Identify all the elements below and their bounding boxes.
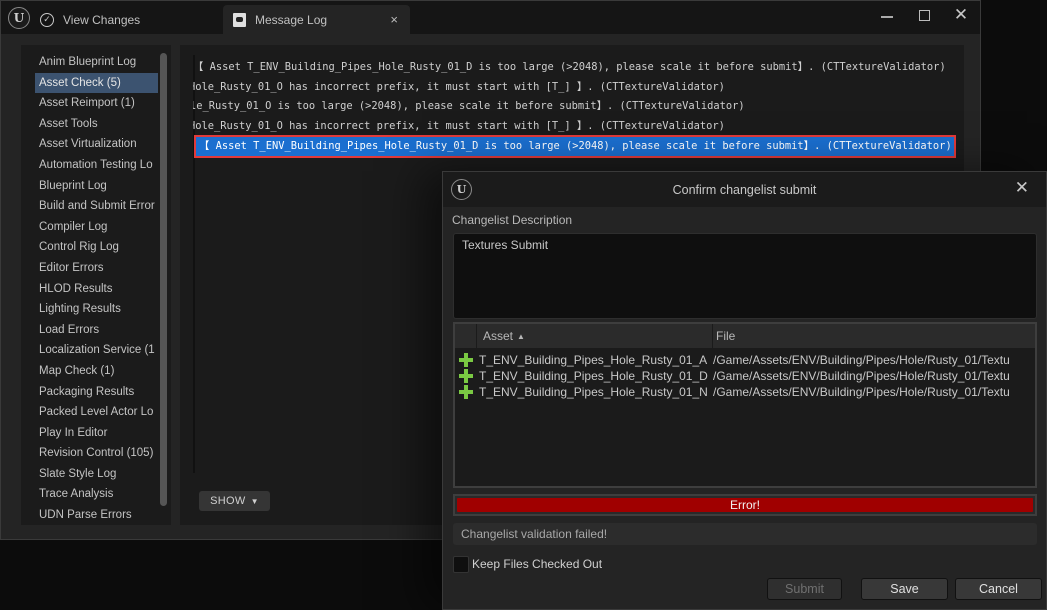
tab-message-log[interactable]: Message Log × [223,5,410,34]
sidebar-item[interactable]: Localization Service (1 [35,340,158,361]
title-bar: U ✓ View Changes Message Log × ✕ [1,1,980,34]
sidebar-item[interactable]: UDN Parse Errors [35,505,158,526]
description-input[interactable]: Textures Submit [453,233,1037,319]
table-header: Asset ▲ File [455,324,1035,348]
maximize-icon [918,9,930,21]
dialog-title: Confirm changelist submit [672,183,817,197]
file-cell: /Game/Assets/ENV/Building/Pipes/Hole/Rus… [713,385,1010,399]
confirm-submit-dialog: U Confirm changelist submit ✕ Changelist… [442,171,1047,610]
category-scrollbar[interactable] [160,53,167,506]
dialog-title-bar: U Confirm changelist submit ✕ [443,172,1046,207]
maximize-button[interactable] [911,5,937,25]
keep-files-checkbox[interactable] [453,556,469,573]
submit-button[interactable]: Submit [767,578,842,600]
sidebar-item[interactable]: Load Errors [35,320,158,341]
asset-cell: T_ENV_Building_Pipes_Hole_Rusty_01_D [479,369,708,383]
files-table: Asset ▲ File T_ENV_Building_Pipes_Hole_Ru… [453,322,1037,488]
column-header-status [455,324,476,348]
check-circle-icon: ✓ [39,12,55,28]
sidebar-item[interactable]: Build and Submit Error [35,196,158,217]
sidebar-item[interactable]: Asset Reimport (1) [35,93,158,114]
message-log-icon [231,12,247,28]
sidebar-item[interactable]: Slate Style Log [35,464,158,485]
sidebar-item[interactable]: Asset Virtualization [35,134,158,155]
minimize-icon [881,16,893,18]
add-icon [459,353,473,367]
unreal-logo-icon: U [8,7,30,29]
cancel-button[interactable]: Cancel [955,578,1042,600]
tab-view-changes[interactable]: ✓ View Changes [39,5,140,34]
sort-ascending-icon: ▲ [517,332,525,341]
save-button[interactable]: Save [861,578,948,600]
sidebar-item[interactable]: Lighting Results [35,299,158,320]
add-icon [459,385,473,399]
validation-status: Changelist validation failed! [453,523,1037,545]
sidebar-item[interactable]: Anim Blueprint Log [35,52,158,73]
keep-files-label[interactable]: Keep Files Checked Out [472,557,602,571]
table-row[interactable]: T_ENV_Building_Pipes_Hole_Rusty_01_D/Gam… [455,368,1035,384]
log-line[interactable]: Hole_Rusty_01_O has incorrect prefix, it… [193,117,725,136]
table-row[interactable]: T_ENV_Building_Pipes_Hole_Rusty_01_N/Gam… [455,384,1035,400]
log-category-list: Anim Blueprint Log Asset Check (5) Asset R… [21,45,171,525]
column-header-file[interactable]: File [712,324,1039,348]
table-row[interactable]: T_ENV_Building_Pipes_Hole_Rusty_01_A/Gam… [455,352,1035,368]
file-cell: /Game/Assets/ENV/Building/Pipes/Hole/Rus… [713,353,1010,367]
log-line[interactable]: le_Rusty_01_O is too large (>2048), plea… [193,97,745,116]
sidebar-item[interactable]: Automation Testing Lo [35,155,158,176]
tab-label: Message Log [255,12,328,27]
sidebar-item[interactable]: Packaging Results [35,382,158,403]
tab-label: View Changes [63,12,141,27]
sidebar-item[interactable]: Packed Level Actor Lo [35,402,158,423]
column-header-asset[interactable]: Asset ▲ [476,324,712,348]
add-icon [459,369,473,383]
sidebar-item[interactable]: Compiler Log [35,217,158,238]
sidebar-item[interactable]: Control Rig Log [35,237,158,258]
log-line[interactable]: Hole_Rusty_01_O has incorrect prefix, it… [193,78,725,97]
error-banner: Error! [453,494,1037,516]
minimize-button[interactable] [874,5,900,25]
category-items: Anim Blueprint Log Asset Check (5) Asset R… [35,52,158,526]
asset-cell: T_ENV_Building_Pipes_Hole_Rusty_01_N [479,385,708,399]
sidebar-item[interactable]: Asset Tools [35,114,158,135]
sidebar-item[interactable]: HLOD Results [35,279,158,300]
sidebar-item[interactable]: Revision Control (105) [35,443,158,464]
sidebar-item[interactable]: Editor Errors [35,258,158,279]
log-line[interactable]: 【 Asset T_ENV_Building_Pipes_Hole_Rusty_… [193,58,946,77]
sidebar-item[interactable]: Asset Check (5) [35,72,158,94]
tab-close-icon[interactable]: × [390,12,398,27]
show-filter-button[interactable]: SHOW ▼ [199,491,270,511]
show-label: SHOW [210,495,246,507]
log-line[interactable]: 【 Asset T_ENV_Building_Pipes_Hole_Rusty_… [194,134,956,158]
sidebar-item[interactable]: Play In Editor [35,423,158,444]
chevron-down-icon: ▼ [250,496,259,506]
sidebar-item[interactable]: Map Check (1) [35,361,158,382]
sidebar-item[interactable]: Trace Analysis [35,484,158,505]
file-cell: /Game/Assets/ENV/Building/Pipes/Hole/Rus… [713,369,1010,383]
asset-cell: T_ENV_Building_Pipes_Hole_Rusty_01_A [479,353,708,367]
error-text: Error! [457,498,1033,512]
window-close-button[interactable]: ✕ [948,5,974,25]
sidebar-item[interactable]: Blueprint Log [35,176,158,197]
dialog-close-icon[interactable]: ✕ [1015,178,1029,198]
description-label: Changelist Description [452,213,573,227]
